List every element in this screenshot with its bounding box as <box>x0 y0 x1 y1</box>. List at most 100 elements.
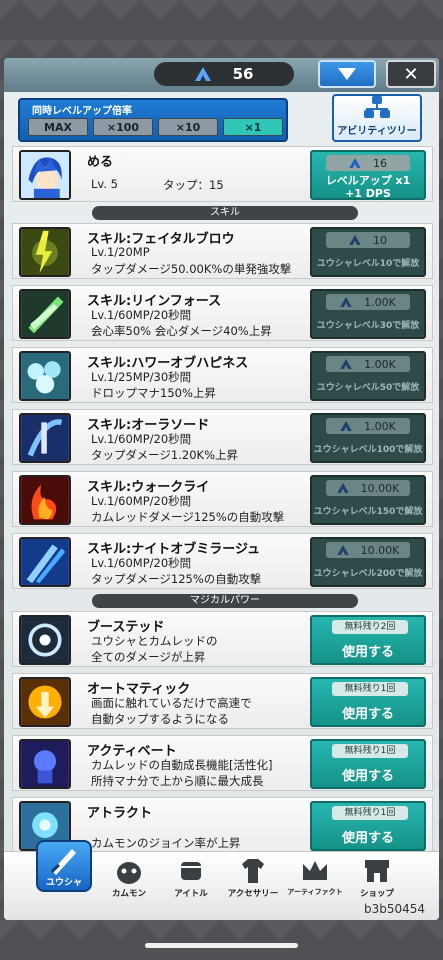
skill-unlock-text: ユウシャレベル30で解放 <box>316 321 420 331</box>
skill-unlock-text: ユウシャレベル150で解放 <box>313 507 423 517</box>
nav-tab-accessory[interactable]: アクセサリー <box>224 856 282 900</box>
game-screen: 56 ✕ 同時レベルアップ倍率 MAX ×100 ×10 ×1 アビリティツリー <box>4 58 439 920</box>
skill-unlock-text: ユウシャレベル50で解放 <box>316 383 420 393</box>
power-row: アクティベート カムレッドの自動成長機能[活性化] 所持マナ分で上から順に最大成… <box>12 735 433 791</box>
free-uses-badge: 無料残り1回 <box>332 744 408 758</box>
multiplier-max[interactable]: MAX <box>28 118 88 136</box>
skill-stats: Lv.1/25MP/30秒間 <box>91 370 192 384</box>
skill-desc: ドロップマナ150%上昇 <box>91 386 216 400</box>
power-desc-line1: ユウシャとカムレッドの <box>91 634 218 648</box>
free-uses-badge: 無料残り2回 <box>332 620 408 634</box>
monster-icon <box>117 862 141 884</box>
power-automatic-icon <box>19 677 71 727</box>
power-use-button[interactable]: 無料残り1回 使用する <box>310 677 426 727</box>
skill-locked-button: 10.00K ユウシャレベル150で解放 <box>310 475 426 525</box>
skill-reinforce-icon <box>19 289 71 339</box>
close-icon: ✕ <box>403 63 419 85</box>
nav-tab-items[interactable]: アイトル <box>162 856 220 900</box>
skill-desc: タップダメージ1.20K%上昇 <box>91 448 238 462</box>
power-desc-line2: 全てのダメージが上昇 <box>91 650 206 664</box>
skill-aura-sword-icon <box>19 413 71 463</box>
power-row: ブーステッド ユウシャとカムレッドの 全てのダメージが上昇 無料残り2回 使用す… <box>12 611 433 667</box>
hero-levelup-button[interactable]: 16 レベルアップ x1 +1 DPS <box>310 150 426 200</box>
skill-unlock-text: ユウシャレベル10で解放 <box>316 259 420 269</box>
close-button[interactable]: ✕ <box>386 60 436 88</box>
hero-level: Lv. 5 <box>91 177 118 191</box>
top-bar: 56 ✕ <box>4 58 439 92</box>
skill-desc: カムレッドダメージ125%の自動攻撃 <box>91 510 285 524</box>
hero-name: める <box>87 155 114 170</box>
free-uses-badge: 無料残り1回 <box>332 682 408 696</box>
skill-locked-button: 1.00K ユウシャレベル50で解放 <box>310 351 426 401</box>
nav-tab-shop[interactable]: ショップ <box>348 856 406 900</box>
skill-row: スキル:フェイタルブロウ Lv.1/20MP タップダメージ50.00K%の単発… <box>12 223 433 279</box>
mana-icon <box>349 158 361 168</box>
power-name: アトラクト <box>87 806 153 821</box>
use-label: 使用する <box>341 831 394 846</box>
bottom-navigation: ユウシャ カムモン アイトル アクセサリー アーティファクト ショップ b3b5… <box>4 840 439 920</box>
skill-desc: 会心率50% 会心ダメージ40%上昇 <box>91 324 272 338</box>
hero-tap: タップ：15 <box>163 178 224 192</box>
shop-icon <box>365 860 389 882</box>
multiplier-x1[interactable]: ×1 <box>223 118 283 136</box>
power-boosted-icon <box>19 615 71 665</box>
skill-locked-button: 10 ユウシャレベル10で解放 <box>310 227 426 277</box>
ability-tree-button[interactable]: アビリティツリー <box>332 94 422 142</box>
mana-icon <box>336 545 349 555</box>
free-uses-badge: 無料残り1回 <box>332 806 408 820</box>
skill-locked-button: 1.00K ユウシャレベル30で解放 <box>310 289 426 339</box>
skill-stats: Lv.1/60MP/20秒間 <box>91 556 192 570</box>
build-id: b3b50454 <box>363 902 425 916</box>
power-desc-line2: 自動タップするようになる <box>91 712 229 726</box>
skill-row: スキル:リインフォース Lv.1/60MP/20秒間 会心率50% 会心ダメージ… <box>12 285 433 341</box>
levelup-multiplier-panel: 同時レベルアップ倍率 MAX ×100 ×10 ×1 <box>18 98 288 142</box>
hero-levelup-label: レベルアップ x1 +1 DPS <box>325 174 411 200</box>
power-desc-line2: 所持マナ分で上から順に最大成長 <box>91 774 264 788</box>
mana-icon <box>194 67 211 81</box>
mana-icon <box>336 483 349 493</box>
power-desc-line1: カムレッドの自動成長機能[活性化] <box>91 758 273 772</box>
power-activate-icon <box>19 739 71 789</box>
use-label: 使用する <box>341 769 394 784</box>
section-skills: スキル <box>92 206 358 220</box>
skill-fatal-blow-icon <box>19 227 71 277</box>
power-use-button[interactable]: 無料残り1回 使用する <box>310 801 426 851</box>
skill-stats: Lv.1/60MP/20秒間 <box>91 432 192 446</box>
nav-tab-kamumon[interactable]: カムモン <box>100 856 158 900</box>
skill-locked-button: 1.00K ユウシャレベル100で解放 <box>310 413 426 463</box>
hero-row: める Lv. 5 タップ：15 16 レベルアップ x1 +1 DPS <box>12 146 433 202</box>
skill-stats: Lv.1/20MP <box>91 245 150 259</box>
power-row: オートマティック 画面に触れているだけで高速で 自動タップするようになる 無料残… <box>12 673 433 729</box>
skill-locked-button: 10.00K ユウシャレベル200で解放 <box>310 537 426 587</box>
skill-row: スキル:ウォークライ Lv.1/60MP/20秒間 カムレッドダメージ125%の… <box>12 471 433 527</box>
nav-tab-artifact[interactable]: アーティファクト <box>286 856 344 900</box>
hero-portrait <box>19 150 71 200</box>
use-label: 使用する <box>341 707 394 722</box>
crown-icon <box>303 861 327 880</box>
skill-desc: タップダメージ50.00K%の単発強攻撃 <box>91 262 292 276</box>
collapse-button[interactable] <box>318 60 376 88</box>
mana-value: 56 <box>232 65 254 83</box>
skill-power-of-happiness-icon <box>19 351 71 401</box>
power-use-button[interactable]: 無料残り1回 使用する <box>310 739 426 789</box>
use-label: 使用する <box>341 645 394 660</box>
hero-cost: 16 <box>326 155 410 171</box>
ability-tree-icon <box>364 96 390 118</box>
sword-icon <box>50 849 76 875</box>
power-use-button[interactable]: 無料残り2回 使用する <box>310 615 426 665</box>
multiplier-x10[interactable]: ×10 <box>158 118 218 136</box>
power-desc-line2: カムモンのジョイン率が上昇 <box>91 836 241 850</box>
skill-war-cry-icon <box>19 475 71 525</box>
multiplier-x100[interactable]: ×100 <box>93 118 153 136</box>
mana-counter: 56 <box>154 62 294 86</box>
skill-unlock-text: ユウシャレベル100で解放 <box>313 445 423 455</box>
skill-row: スキル:オーラソード Lv.1/60MP/20秒間 タップダメージ1.20K%上… <box>12 409 433 465</box>
home-indicator[interactable] <box>145 943 298 948</box>
nav-tab-yuusha[interactable]: ユウシャ <box>36 840 92 892</box>
power-desc-line1: 画面に触れているだけで高速で <box>91 696 252 710</box>
skill-stats: Lv.1/60MP/20秒間 <box>91 494 192 508</box>
skill-stats: Lv.1/60MP/20秒間 <box>91 308 192 322</box>
ability-tree-label: アビリティツリー <box>337 126 417 137</box>
mana-icon <box>340 359 352 369</box>
skill-row: スキル:ナイトオブミラージュ Lv.1/60MP/20秒間 タップダメージ125… <box>12 533 433 589</box>
